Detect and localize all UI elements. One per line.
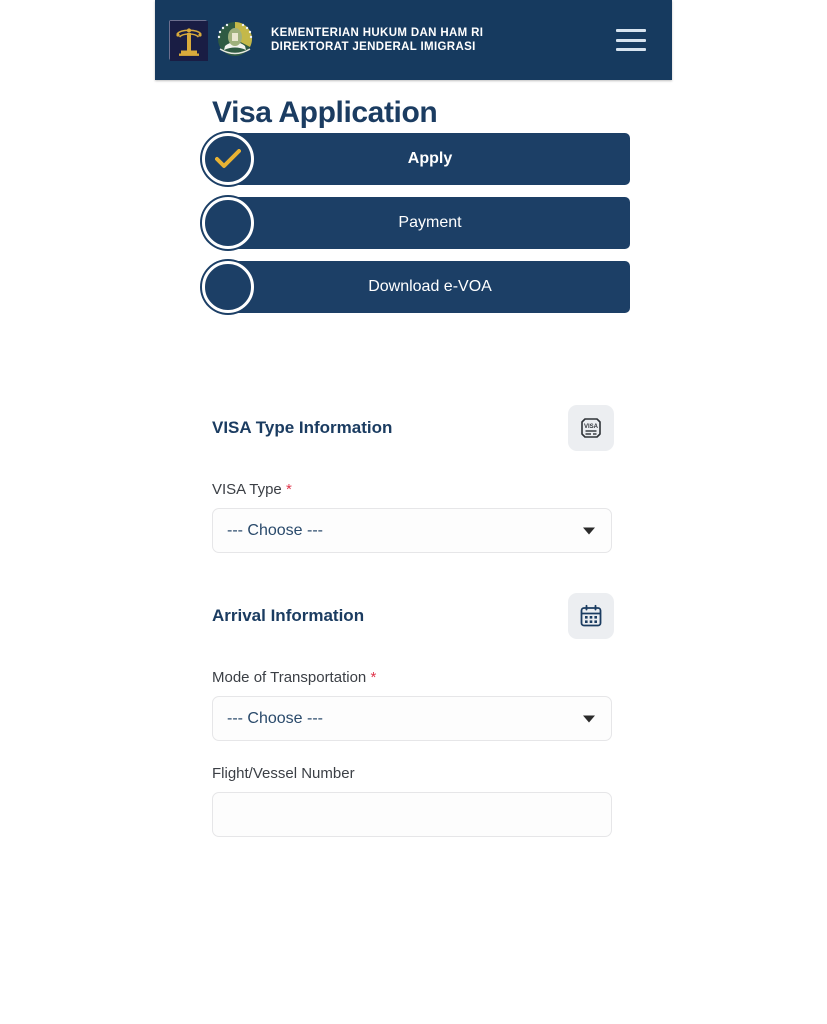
chevron-down-icon [583,715,595,722]
visa-application-form: VISA Type Information VISA VISA Type * -… [212,405,614,861]
hamburger-bar-2 [616,38,646,42]
field-visa-type: VISA Type * --- Choose --- [212,481,614,553]
select-visa-type[interactable]: --- Choose --- [212,508,612,553]
step-indicator-payment[interactable] [198,197,258,249]
application-stepper: Apply Payment Download e-VOA [198,133,630,325]
section-header-arrival-information: Arrival Information [212,593,614,639]
hamburger-menu-icon[interactable] [616,29,646,51]
field-flight-vessel-number: Flight/Vessel Number [212,765,614,837]
step-label-download-evoa: Download e-VOA [368,278,492,295]
chevron-down-icon [583,527,595,534]
label-mode-of-transportation: Mode of Transportation * [212,669,614,686]
svg-text:VISA: VISA [584,424,599,430]
section-title-visa-type-information: VISA Type Information [212,418,393,437]
visa-application-page: KEMENTERIAN HUKUM DAN HAM RI DIREKTORAT … [0,0,827,1024]
required-marker-visa-type: * [285,481,292,498]
visa-stamp-icon: VISA [568,405,614,451]
select-mode-of-transportation[interactable]: --- Choose --- [212,696,612,741]
label-text-mode-of-transportation: Mode of Transportation [212,669,367,686]
field-mode-of-transportation: Mode of Transportation * --- Choose --- [212,669,614,741]
step-indicator-apply[interactable] [198,133,258,185]
page-title: Visa Application [212,96,438,129]
site-header: KEMENTERIAN HUKUM DAN HAM RI DIREKTORAT … [155,0,672,80]
section-title-arrival-information: Arrival Information [212,606,365,625]
ministry-line-2: DIREKTORAT JENDERAL IMIGRASI [271,41,476,53]
imigrasi-logo [213,19,257,61]
hamburger-bar-3 [616,48,646,51]
calendar-icon [568,593,614,639]
step-button-payment[interactable]: Payment [230,197,630,249]
label-visa-type: VISA Type * [212,481,614,498]
stepper-row-payment: Payment [198,197,630,249]
check-icon [215,149,241,168]
header-ministry-titles: KEMENTERIAN HUKUM DAN HAM RI DIREKTORAT … [271,26,616,54]
label-text-visa-type: VISA Type [212,481,282,498]
step-button-apply[interactable]: Apply [230,133,630,185]
hamburger-bar-1 [616,29,646,32]
step-label-payment: Payment [398,214,462,231]
stepper-row-download-evoa: Download e-VOA [198,261,630,313]
stepper-row-apply: Apply [198,133,630,185]
label-text-flight-vessel-number: Flight/Vessel Number [212,765,355,782]
step-label-apply: Apply [407,150,453,167]
ministry-line-1: KEMENTERIAN HUKUM DAN HAM RI [271,26,484,39]
step-button-download-evoa[interactable]: Download e-VOA [230,261,630,313]
required-marker-mode-of-transportation: * [370,669,377,686]
input-flight-vessel-number[interactable] [212,792,612,837]
label-flight-vessel-number: Flight/Vessel Number [212,765,614,782]
step-indicator-download-evoa[interactable] [198,261,258,313]
section-header-visa-type-information: VISA Type Information VISA [212,405,614,451]
select-value-visa-type: --- Choose --- [227,521,324,539]
kemenkumham-logo [169,20,208,61]
select-value-mode-of-transportation: --- Choose --- [227,709,324,727]
logo-group [169,19,257,61]
